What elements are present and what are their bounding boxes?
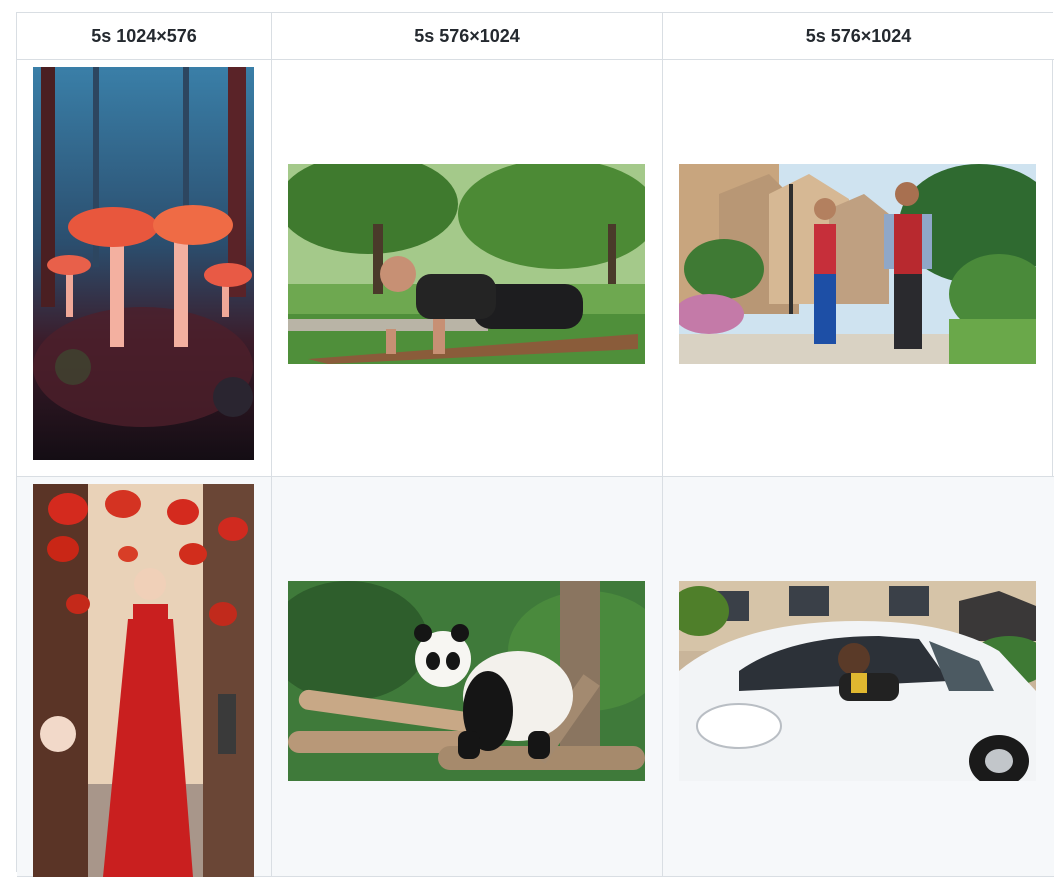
woman-red-dress-lanterns-image[interactable]: [33, 484, 254, 877]
table-cell: [272, 60, 663, 477]
table-cell: [663, 60, 1054, 477]
table-cell: [272, 477, 663, 877]
video-comparison-table: 5s 1024×576 5s 576×1024 5s 576×1024: [16, 12, 1054, 877]
table-cell: [17, 477, 272, 877]
panda-on-logs-image[interactable]: [288, 581, 645, 781]
column-header: 5s 576×1024: [272, 13, 663, 60]
table-cell: [17, 60, 272, 477]
couple-jogging-street-image[interactable]: [679, 164, 1036, 364]
woman-in-white-car-image[interactable]: [679, 581, 1036, 781]
column-header: 5s 576×1024: [663, 13, 1054, 60]
mushrooms-forest-image[interactable]: [33, 67, 254, 460]
column-header: 5s 1024×576: [17, 13, 272, 60]
man-pushup-park-image[interactable]: [288, 164, 645, 364]
table-cell: [663, 477, 1054, 877]
